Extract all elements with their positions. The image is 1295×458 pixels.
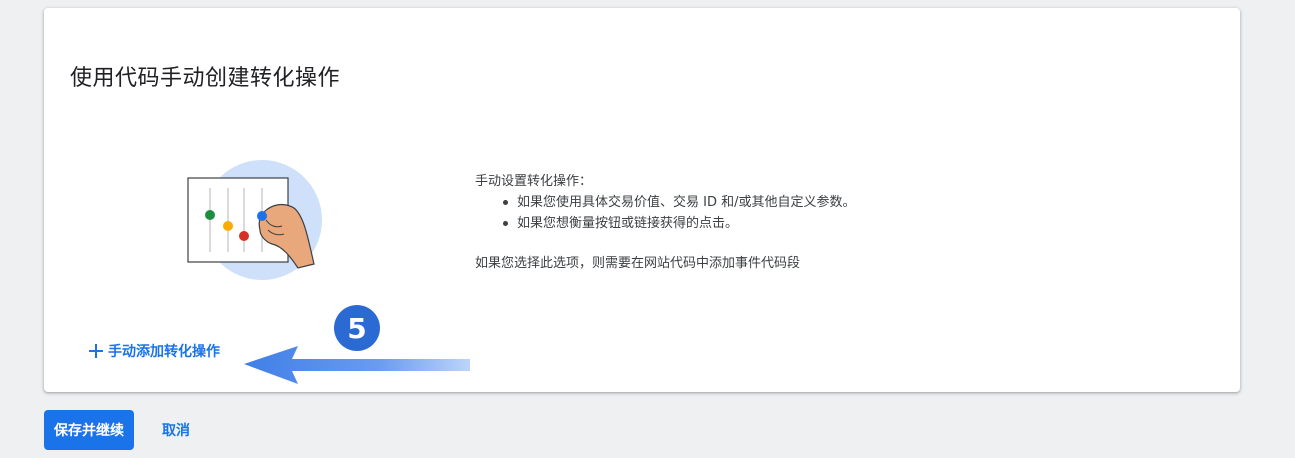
save-and-continue-button[interactable]: 保存并继续	[44, 410, 134, 450]
plus-icon	[89, 344, 103, 358]
list-item: 如果您想衡量按钮或链接获得的点击。	[501, 213, 856, 234]
description: 手动设置转化操作： 如果您使用具体交易价值、交易 ID 和/或其他自定义参数。 …	[475, 171, 856, 274]
card-title: 使用代码手动创建转化操作	[70, 66, 341, 91]
footer-actions: 保存并继续 取消	[44, 410, 190, 450]
add-conversion-manually-link[interactable]: 手动添加转化操作	[87, 341, 220, 361]
arrow-pointer-icon	[244, 346, 470, 384]
description-intro: 手动设置转化操作：	[475, 174, 593, 189]
description-note: 如果您选择此选项，则需要在网站代码中添加事件代码段	[475, 256, 801, 271]
add-link-label: 手动添加转化操作	[108, 344, 220, 360]
description-bullets: 如果您使用具体交易价值、交易 ID 和/或其他自定义参数。 如果您想衡量按钮或链…	[501, 192, 856, 234]
sliders-hand-illustration	[187, 160, 322, 280]
step-badge: 5	[334, 305, 380, 351]
conversion-card: 使用代码手动创建转化操作 手动设置转化操作： 如果您使用具体交易价值、交易 ID…	[44, 8, 1240, 392]
cancel-button[interactable]: 取消	[162, 420, 190, 440]
list-item: 如果您使用具体交易价值、交易 ID 和/或其他自定义参数。	[501, 192, 856, 213]
